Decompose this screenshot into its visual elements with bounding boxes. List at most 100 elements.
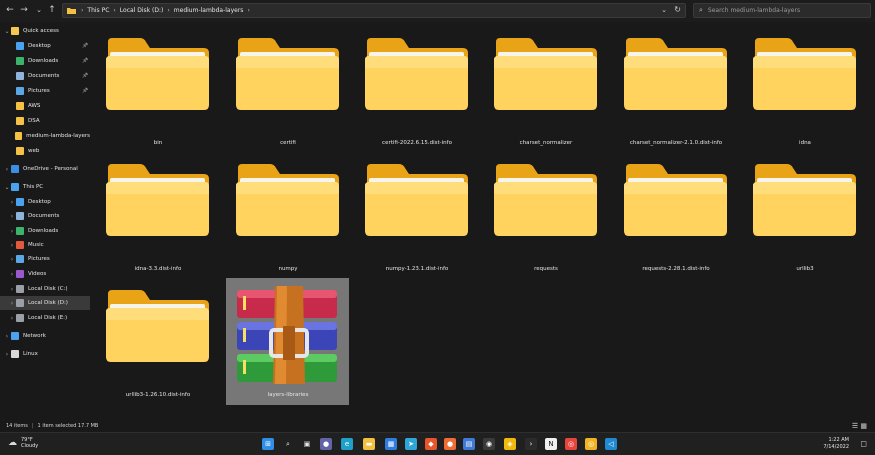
- sidebar-item-onedrive-personal[interactable]: › OneDrive - Personal: [0, 162, 90, 176]
- address-dropdown-icon[interactable]: ⌄: [661, 6, 667, 14]
- linux-icon: [11, 350, 19, 358]
- desktop-icon: [16, 42, 24, 50]
- sidebar-item-label: Linux: [23, 351, 38, 357]
- chevron-right-icon[interactable]: ›: [8, 300, 16, 307]
- search-box[interactable]: ⌕: [693, 3, 871, 18]
- folder-item-certifi-2022-6-15-dist-info[interactable]: certifi-2022.6.15.dist-info: [360, 26, 468, 146]
- folder-item-urllib3[interactable]: urllib3: [748, 152, 856, 272]
- pin-icon: 📌: [82, 73, 89, 79]
- chevron-right-icon[interactable]: ›: [8, 286, 16, 293]
- chrome-icon[interactable]: ◎: [565, 438, 577, 450]
- chevron-down-icon[interactable]: ⌄: [3, 184, 11, 191]
- address-bar[interactable]: › This PC › Local Disk (D:) › medium-lam…: [62, 3, 686, 18]
- folder-item-urllib3-1-26-10-dist-info[interactable]: urllib3-1.26.10.dist-info: [101, 278, 209, 398]
- sidebar-item-desktop[interactable]: › Desktop: [0, 195, 90, 209]
- sidebar-item-downloads[interactable]: › Downloads: [0, 224, 90, 238]
- breadcrumb-medium-lambda-layers[interactable]: medium-lambda-layers: [174, 7, 244, 14]
- sidebar-item-documents[interactable]: › Documents: [0, 209, 90, 223]
- sidebar-item-network[interactable]: › Network: [0, 329, 90, 343]
- winrar-archive-icon: [231, 286, 343, 384]
- navigation-pane: ⌄ Quick access Desktop 📌 Downloads 📌 Documents…: [0, 24, 90, 419]
- chevron-right-icon[interactable]: ›: [8, 315, 16, 322]
- postman-icon[interactable]: ●: [444, 438, 456, 450]
- sidebar-item-desktop[interactable]: Desktop 📌: [0, 39, 90, 53]
- sidebar-item-documents[interactable]: Documents 📌: [0, 69, 90, 83]
- sidebar-item-downloads[interactable]: Downloads 📌: [0, 54, 90, 68]
- folder-item-charset-normalizer[interactable]: charset_normalizer: [489, 26, 597, 146]
- sidebar-item-linux[interactable]: › Linux: [0, 347, 90, 361]
- weather-widget[interactable]: ☁ 79°F Cloudy: [8, 437, 38, 449]
- status-divider: |: [31, 423, 34, 429]
- task-view-icon[interactable]: ▣: [301, 438, 313, 450]
- clock-date: 7/14/2022: [823, 444, 849, 450]
- search-input[interactable]: [707, 7, 858, 14]
- vscode-icon[interactable]: ◁: [605, 438, 617, 450]
- terminal-icon[interactable]: ›: [525, 438, 537, 450]
- sidebar-item-videos[interactable]: › Videos: [0, 267, 90, 281]
- teams-chat-icon[interactable]: ●: [320, 438, 332, 450]
- chevron-right-icon[interactable]: ›: [8, 228, 16, 235]
- app-icon[interactable]: ▤: [463, 438, 475, 450]
- folder-item-numpy[interactable]: numpy: [231, 152, 339, 272]
- file-explorer-icon[interactable]: ▬: [363, 438, 375, 450]
- search-icon[interactable]: ⌕: [282, 438, 294, 450]
- git-icon[interactable]: ◆: [425, 438, 437, 450]
- sidebar-item-music[interactable]: › Music: [0, 238, 90, 252]
- binance-icon[interactable]: ◈: [504, 438, 516, 450]
- folder-item-requests-2-28-1-dist-info[interactable]: requests-2.28.1.dist-info: [619, 152, 727, 272]
- chevron-right-icon[interactable]: ›: [3, 166, 11, 173]
- download-icon: [16, 57, 24, 65]
- sidebar-item-quick-access[interactable]: ⌄ Quick access: [0, 24, 90, 38]
- chevron-right-icon[interactable]: ›: [8, 213, 16, 220]
- sidebar-item-pictures[interactable]: Pictures 📌: [0, 84, 90, 98]
- back-arrow-icon[interactable]: ←: [4, 4, 16, 17]
- drive-icon: [16, 285, 24, 293]
- sidebar-item-local-disk-e[interactable]: › Local Disk (E:): [0, 311, 90, 325]
- store-icon[interactable]: ▦: [385, 438, 397, 450]
- chevron-right-icon[interactable]: ›: [3, 351, 11, 358]
- sidebar-item-dsa[interactable]: DSA: [0, 114, 90, 128]
- star-icon: [11, 27, 19, 35]
- sidebar-item-local-disk-d[interactable]: › Local Disk (D:): [0, 296, 90, 310]
- sidebar-item-medium-lambda-layers[interactable]: medium-lambda-layers: [0, 129, 90, 143]
- folder-item-idna[interactable]: idna: [748, 26, 856, 146]
- view-toggle-icon[interactable]: ☰ ▦: [852, 422, 867, 430]
- sidebar-item-this-pc[interactable]: ⌄ This PC: [0, 180, 90, 194]
- chrome-dev-icon[interactable]: ◎: [585, 438, 597, 450]
- folder-item-certifi[interactable]: certifi: [231, 26, 339, 146]
- chevron-right-icon[interactable]: ›: [8, 256, 16, 263]
- breadcrumb-this-pc[interactable]: This PC: [87, 7, 109, 14]
- notification-icon[interactable]: ◻: [860, 439, 867, 448]
- recent-locations-chevron-icon[interactable]: ⌄: [33, 4, 45, 17]
- sidebar-item-pictures[interactable]: › Pictures: [0, 252, 90, 266]
- music-icon: [16, 241, 24, 249]
- edge-icon[interactable]: e: [341, 438, 353, 450]
- folder-item-idna-3-3-dist-info[interactable]: idna-3.3.dist-info: [101, 152, 209, 272]
- telegram-icon[interactable]: ➤: [405, 438, 417, 450]
- notion-icon[interactable]: N: [545, 438, 557, 450]
- sidebar-item-local-disk-c[interactable]: › Local Disk (C:): [0, 282, 90, 296]
- chevron-right-icon[interactable]: ›: [8, 242, 16, 249]
- chevron-down-icon[interactable]: ⌄: [3, 28, 11, 35]
- breadcrumb-local-disk-d[interactable]: Local Disk (D:): [120, 7, 164, 14]
- forward-arrow-icon[interactable]: →: [18, 4, 30, 17]
- videos-icon: [16, 270, 24, 278]
- clock[interactable]: 1:22 AM 7/14/2022: [823, 437, 849, 451]
- windows-start-icon[interactable]: ⊞: [262, 438, 274, 450]
- sidebar-item-web[interactable]: web: [0, 144, 90, 158]
- chevron-right-icon[interactable]: ›: [8, 199, 16, 206]
- folder-item-charset-normalizer-2-1-0-dist-info[interactable]: charset_normalizer-2.1.0.dist-info: [619, 26, 727, 146]
- chevron-right-icon[interactable]: ›: [3, 333, 11, 340]
- archive-item-layers-libraries[interactable]: layers-libraries: [231, 278, 337, 398]
- refresh-icon[interactable]: ↻: [674, 5, 681, 14]
- camera-icon[interactable]: ◉: [483, 438, 495, 450]
- folder-item-bin[interactable]: bin: [101, 26, 209, 146]
- chevron-right-icon[interactable]: ›: [8, 271, 16, 278]
- item-count: 14 items: [6, 423, 28, 429]
- folder-item-requests[interactable]: requests: [489, 152, 597, 272]
- desktop-icon: [16, 198, 24, 206]
- folder-item-numpy-1-23-1-dist-info[interactable]: numpy-1.23.1.dist-info: [360, 152, 468, 272]
- search-icon: ⌕: [699, 6, 703, 14]
- sidebar-item-aws[interactable]: AWS: [0, 99, 90, 113]
- up-arrow-icon[interactable]: ↑: [46, 4, 58, 17]
